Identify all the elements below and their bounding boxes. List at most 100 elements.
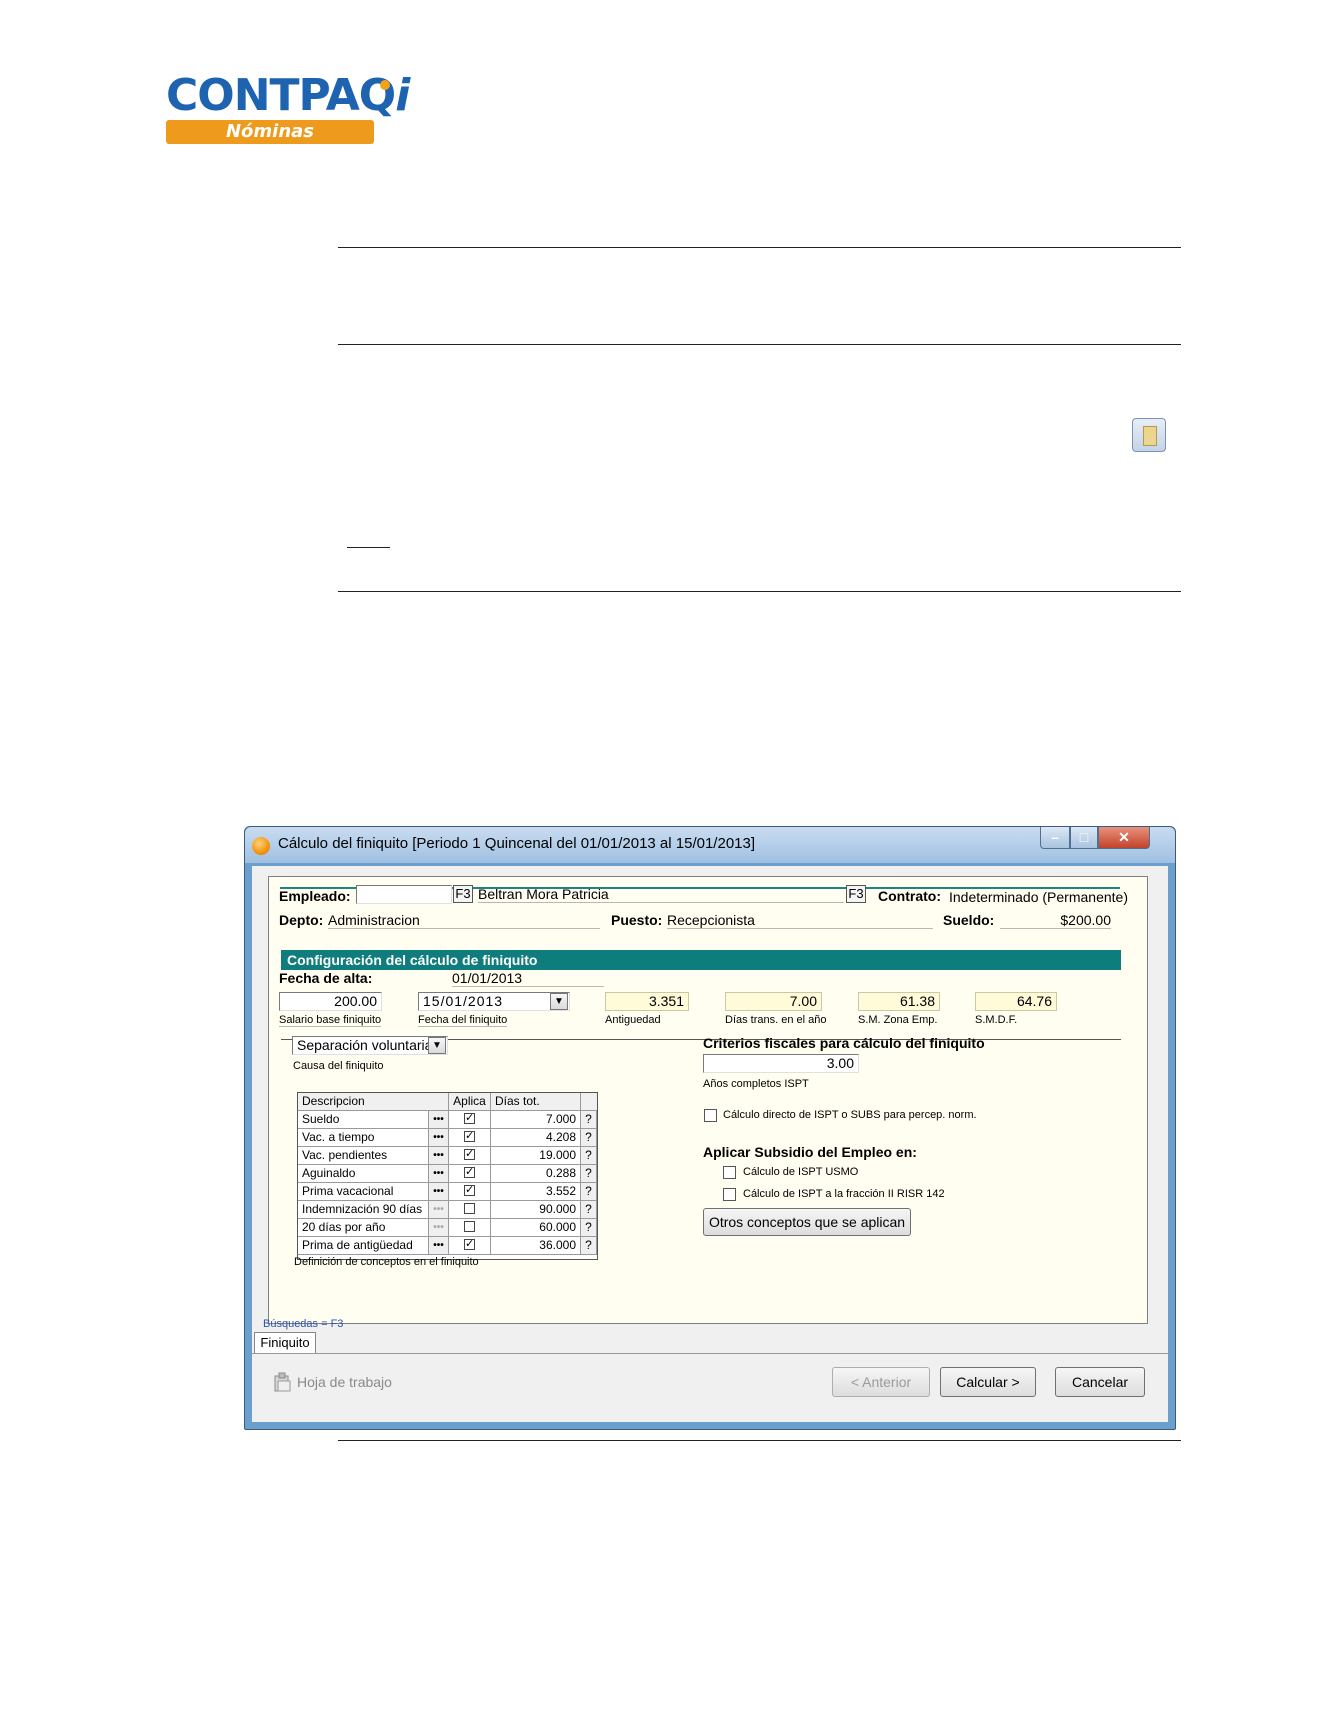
minimize-button[interactable]: –: [1040, 827, 1070, 849]
grid-row-descripcion: Vac. pendientes: [298, 1147, 429, 1165]
app-icon: [252, 837, 270, 855]
grid-row-dias[interactable]: 3.552: [491, 1183, 581, 1201]
grid-row-details-button[interactable]: •••: [429, 1201, 449, 1219]
grid-row-details-button[interactable]: •••: [429, 1129, 449, 1147]
dias-trans-label: Días trans. en el año: [725, 1014, 827, 1026]
grid-row[interactable]: 20 días por año ••• 60.000?: [298, 1219, 597, 1237]
grid-row-descripcion: 20 días por año: [298, 1219, 429, 1237]
grid-row-details-button[interactable]: •••: [429, 1111, 449, 1129]
grid-row-aplica[interactable]: ✓: [449, 1165, 491, 1183]
grid-row[interactable]: Vac. pendientes ••• ✓ 19.000?: [298, 1147, 597, 1165]
otros-conceptos-button[interactable]: Otros conceptos que se aplican: [703, 1208, 911, 1236]
antiguedad-label: Antiguedad: [605, 1014, 661, 1026]
grid-row-help-button[interactable]: ?: [581, 1183, 597, 1201]
aplica-checkbox[interactable]: ✓: [464, 1113, 475, 1125]
calcular-button[interactable]: Calcular >: [940, 1367, 1036, 1397]
causa-dropdown-button[interactable]: ▼: [428, 1037, 446, 1054]
sueldo-label: Sueldo:: [943, 912, 995, 928]
grid-row-help-button[interactable]: ?: [581, 1219, 597, 1237]
grid-row-help-button[interactable]: ?: [581, 1201, 597, 1219]
puesto-label: Puesto:: [611, 912, 663, 928]
grid-row-descripcion: Aguinaldo: [298, 1165, 429, 1183]
grid-row-details-button[interactable]: •••: [429, 1165, 449, 1183]
aplica-checkbox[interactable]: [464, 1203, 475, 1215]
dias-trans-value: 7.00: [725, 992, 822, 1011]
grid-row-help-button[interactable]: ?: [581, 1111, 597, 1129]
maximize-button[interactable]: □: [1070, 827, 1098, 849]
grid-row-dias[interactable]: 0.288: [491, 1165, 581, 1183]
puesto-value: Recepcionista: [667, 912, 933, 929]
aplica-checkbox[interactable]: ✓: [464, 1185, 475, 1197]
grid-row[interactable]: Vac. a tiempo ••• ✓ 4.208?: [298, 1129, 597, 1147]
grid-row[interactable]: Aguinaldo ••• ✓ 0.288?: [298, 1165, 597, 1183]
close-button[interactable]: ✕: [1098, 827, 1150, 849]
grid-row[interactable]: Prima vacacional ••• ✓ 3.552?: [298, 1183, 597, 1201]
grid-row-details-button[interactable]: •••: [429, 1219, 449, 1237]
grid-row[interactable]: Sueldo ••• ✓ 7.000?: [298, 1111, 597, 1129]
clipboard-icon: [272, 1372, 292, 1392]
grid-row-descripcion: Indemnización 90 días: [298, 1201, 429, 1219]
grid-row-aplica[interactable]: [449, 1219, 491, 1237]
aplica-checkbox[interactable]: ✓: [464, 1167, 475, 1179]
aplica-checkbox[interactable]: ✓: [464, 1149, 475, 1161]
grid-row-dias[interactable]: 90.000: [491, 1201, 581, 1219]
grid-row-help-button[interactable]: ?: [581, 1237, 597, 1255]
hoja-trabajo-link[interactable]: Hoja de trabajo: [297, 1374, 392, 1390]
grid-row-aplica[interactable]: ✓: [449, 1237, 491, 1255]
fecha-finiquito-picker[interactable]: 15/01/2013: [418, 992, 570, 1011]
grid-row-aplica[interactable]: ✓: [449, 1111, 491, 1129]
empleado-label: Empleado:: [279, 888, 351, 904]
busquedas-hint: Búsquedas = F3: [263, 1318, 344, 1330]
note-icon: [1132, 418, 1166, 452]
grid-row-help-button[interactable]: ?: [581, 1165, 597, 1183]
cancelar-button[interactable]: Cancelar: [1055, 1367, 1145, 1397]
empleado-name-lookup-button[interactable]: F3: [846, 885, 866, 903]
empleado-code-lookup-button[interactable]: F3: [453, 885, 473, 903]
grid-row[interactable]: Prima de antigüedad ••• ✓ 36.000?: [298, 1237, 597, 1255]
empleado-name-field[interactable]: Beltran Mora Patricia: [478, 886, 844, 903]
grid-row-dias[interactable]: 60.000: [491, 1219, 581, 1237]
grid-row-aplica[interactable]: ✓: [449, 1183, 491, 1201]
grid-header-dias: Días tot.: [491, 1093, 581, 1111]
empleado-code-input[interactable]: 026: [356, 885, 452, 904]
grid-row-help-button[interactable]: ?: [581, 1147, 597, 1165]
chevron-down-icon: ▼: [554, 996, 564, 1007]
aplica-checkbox[interactable]: ✓: [464, 1131, 475, 1143]
calculo-directo-label: Cálculo directo de ISPT o SUBS para perc…: [723, 1109, 977, 1121]
anterior-button[interactable]: < Anterior: [832, 1367, 930, 1397]
page-rule: [338, 247, 1181, 248]
salario-base-input[interactable]: 200.00: [279, 992, 382, 1011]
grid-row-help-button[interactable]: ?: [581, 1129, 597, 1147]
aplica-checkbox[interactable]: ✓: [464, 1239, 475, 1251]
grid-row-aplica[interactable]: ✓: [449, 1147, 491, 1165]
logo-subtitle: Nóminas: [225, 121, 315, 142]
tab-strip-line: [252, 1353, 1168, 1354]
grid-row-details-button[interactable]: •••: [429, 1237, 449, 1255]
grid-header-aplica: Aplica: [449, 1093, 491, 1111]
anos-ispt-label: Años completos ISPT: [703, 1078, 809, 1090]
causa-select[interactable]: Separación voluntaria: [292, 1036, 448, 1055]
sm-zona-value: 61.38: [858, 992, 940, 1011]
causa-label: Causa del finiquito: [293, 1060, 384, 1072]
grid-row-details-button[interactable]: •••: [429, 1183, 449, 1201]
subsidio-title: Aplicar Subsidio del Empleo en:: [703, 1144, 917, 1160]
tab-finiquito[interactable]: Finiquito: [254, 1332, 316, 1354]
sueldo-value: $200.00: [1000, 912, 1111, 929]
grid-row-aplica[interactable]: [449, 1201, 491, 1219]
ispt-fraccion-checkbox[interactable]: [723, 1188, 736, 1201]
grid-caption: Definición de conceptos en el finiquito: [294, 1256, 479, 1268]
calculo-directo-checkbox[interactable]: [704, 1109, 717, 1122]
anos-ispt-input[interactable]: 3.00: [703, 1054, 859, 1073]
grid-row-aplica[interactable]: ✓: [449, 1129, 491, 1147]
ispt-usmo-checkbox[interactable]: [723, 1166, 736, 1179]
grid-row[interactable]: Indemnización 90 días ••• 90.000?: [298, 1201, 597, 1219]
grid-row-dias[interactable]: 4.208: [491, 1129, 581, 1147]
ispt-fraccion-label: Cálculo de ISPT a la fracción II RISR 14…: [743, 1188, 945, 1200]
fecha-finiquito-label: Fecha del finiquito: [418, 1014, 508, 1027]
grid-row-details-button[interactable]: •••: [429, 1147, 449, 1165]
aplica-checkbox[interactable]: [464, 1221, 475, 1233]
grid-row-dias[interactable]: 19.000: [491, 1147, 581, 1165]
grid-row-dias[interactable]: 36.000: [491, 1237, 581, 1255]
fecha-finiquito-dropdown-button[interactable]: ▼: [550, 993, 568, 1010]
grid-row-dias[interactable]: 7.000: [491, 1111, 581, 1129]
